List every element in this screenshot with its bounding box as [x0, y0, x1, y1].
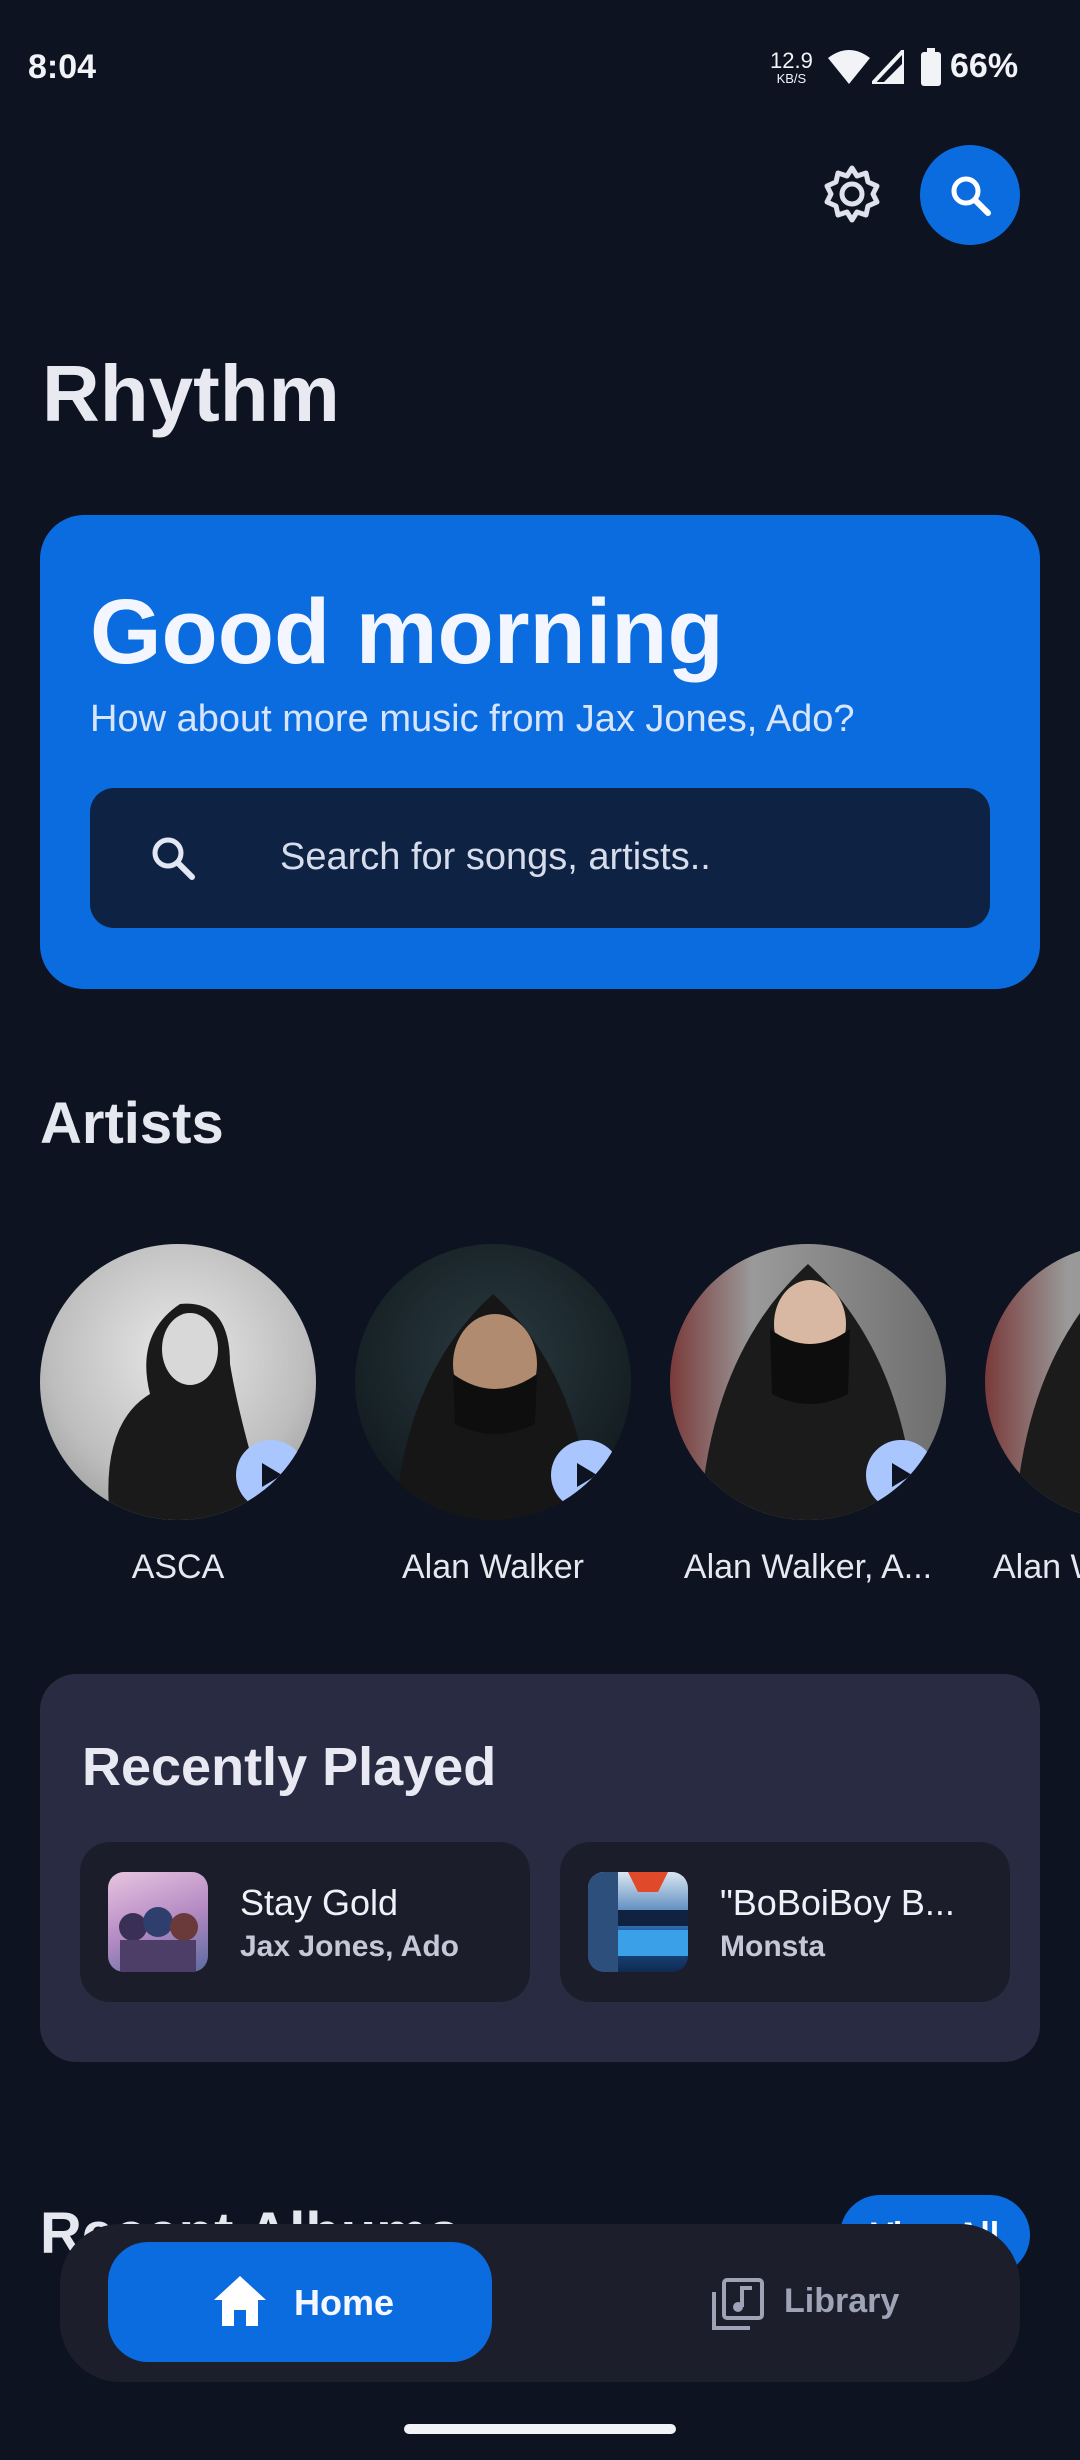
play-icon: [577, 1463, 597, 1487]
artist-card[interactable]: Alan Walker: [355, 1244, 631, 1587]
network-speed: 12.9 KB/S: [770, 50, 813, 88]
app-title: Rhythm: [42, 349, 340, 438]
artist-photo: [1015, 1313, 1080, 1520]
recently-played-section: Recently Played Stay Gold Jax Jones, Ado…: [40, 1674, 1040, 2062]
bottom-navigation: Home Library: [60, 2224, 1020, 2382]
play-icon: [262, 1463, 282, 1487]
greeting-title: Good morning: [90, 581, 724, 683]
artist-name: Alan Walker, A...: [683, 1548, 933, 1586]
album-art: [588, 1872, 688, 1972]
wifi-icon: [828, 50, 870, 84]
library-music-icon: [712, 2278, 764, 2330]
gesture-home-indicator[interactable]: [404, 2424, 676, 2434]
artist-name: ASCA: [131, 1548, 225, 1586]
recent-track-card[interactable]: "BoBoiBoy B... Monsta: [560, 1842, 1010, 2002]
play-button[interactable]: [551, 1440, 621, 1510]
nav-home-tab[interactable]: Home: [108, 2242, 492, 2362]
status-time: 8:04: [28, 48, 97, 86]
greeting-subtitle: How about more music from Jax Jones, Ado…: [90, 698, 855, 740]
recently-played-title: Recently Played: [82, 1737, 497, 1797]
nav-home-label: Home: [294, 2282, 395, 2323]
artist-avatar: [40, 1244, 316, 1520]
search-button[interactable]: [920, 145, 1020, 245]
track-title: "BoBoiBoy B...: [720, 1882, 955, 1923]
battery-percent: 66%: [950, 47, 1019, 85]
search-icon: [951, 176, 991, 216]
greeting-card: Good morning How about more music from J…: [40, 515, 1040, 989]
play-button[interactable]: [236, 1440, 306, 1510]
album-art-image: [588, 1872, 688, 1972]
artist-card[interactable]: Alan W: [985, 1244, 1080, 1587]
search-input[interactable]: Search for songs, artists..: [90, 788, 990, 928]
battery-icon: [921, 48, 941, 86]
artist-avatar: [670, 1244, 946, 1520]
track-artist: Jax Jones, Ado: [240, 1930, 459, 1963]
gear-icon[interactable]: [820, 162, 884, 226]
artist-name: Alan Walker: [401, 1548, 585, 1586]
recent-track-card[interactable]: Stay Gold Jax Jones, Ado: [80, 1842, 530, 2002]
status-bar: 8:04 12.9 KB/S 66%: [0, 0, 1080, 140]
search-icon: [152, 837, 195, 880]
artists-title: Artists: [40, 1091, 224, 1156]
artist-card[interactable]: Alan Walker, A...: [670, 1244, 946, 1587]
nav-library-label: Library: [784, 2282, 900, 2320]
album-art: [108, 1872, 208, 1972]
nav-library-tab[interactable]: Library: [680, 2260, 940, 2350]
artist-card[interactable]: ASCA: [40, 1244, 316, 1587]
artist-name: Alan W: [993, 1548, 1080, 1586]
track-artist: Monsta: [720, 1930, 825, 1963]
play-icon: [892, 1463, 912, 1487]
artist-avatar: [985, 1244, 1080, 1520]
track-title: Stay Gold: [240, 1882, 399, 1923]
artist-avatar: [355, 1244, 631, 1520]
home-icon: [214, 2276, 266, 2326]
album-art-image: [119, 1907, 198, 1972]
cell-signal-icon: [872, 50, 904, 84]
play-button[interactable]: [866, 1440, 936, 1510]
search-placeholder: Search for songs, artists..: [280, 836, 711, 878]
